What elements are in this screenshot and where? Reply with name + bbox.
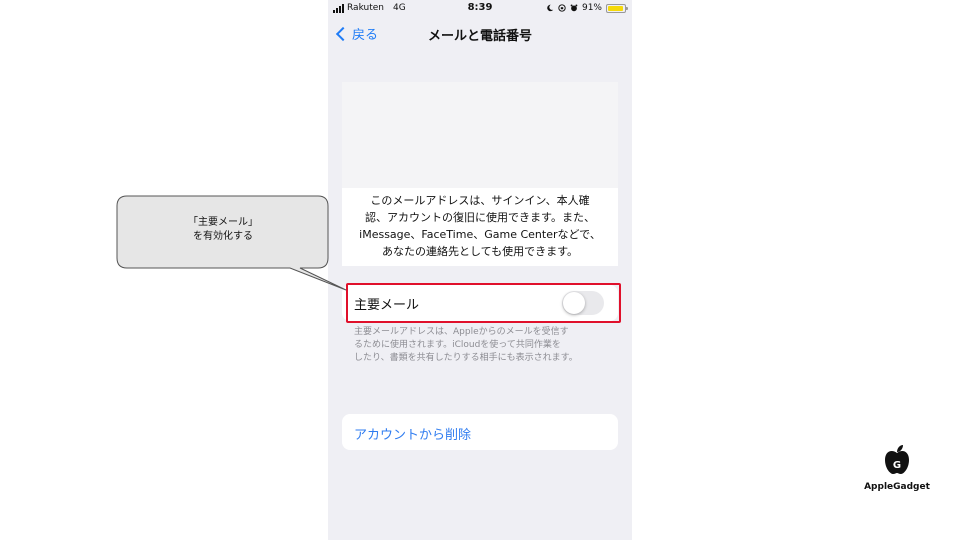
footnote-line: したり、書類を共有したりする相手にも表示されます。 [354, 353, 578, 363]
orientation-lock-icon [558, 4, 566, 12]
svg-text:G: G [893, 460, 901, 471]
callout-line: 「主要メール」 [188, 217, 258, 228]
delete-from-account-button[interactable]: アカウントから削除 [342, 414, 618, 450]
description-line: iMessage、FaceTime、Game Centerなどで、 [359, 228, 601, 241]
description-line: 認、アカウントの復旧に使用できます。また、 [365, 211, 595, 224]
applegadget-logo: G AppleGadget [852, 444, 942, 492]
primary-email-label: 主要メール [354, 298, 420, 313]
page-title: メールと電話番号 [427, 29, 532, 44]
delete-from-account-label: アカウントから削除 [354, 428, 472, 443]
primary-email-footnote: 主要メールアドレスは、Appleからのメールを受信す るために使用されます。iC… [354, 326, 608, 365]
phone-screen: Rakuten 4G 8:39 91% 戻る メールと電話番号 このメールアドレ… [328, 0, 632, 540]
apple-logo-icon: G [885, 445, 909, 474]
description-line: このメールアドレスは、サインイン、本人確 [370, 194, 590, 207]
primary-email-row: 主要メール [342, 285, 618, 321]
callout-text: 「主要メール」 を有効化する [118, 216, 328, 244]
email-info-card: このメールアドレスは、サインイン、本人確 認、アカウントの復旧に使用できます。ま… [342, 82, 618, 266]
navigation-bar: 戻る メールと電話番号 [328, 20, 632, 50]
status-right: 91% [546, 3, 628, 13]
primary-email-toggle[interactable] [562, 291, 604, 315]
battery-icon [606, 3, 628, 13]
email-description: このメールアドレスは、サインイン、本人確 認、アカウントの復旧に使用できます。ま… [342, 192, 618, 260]
toggle-knob [563, 292, 585, 314]
logo-text: AppleGadget [864, 482, 930, 492]
moon-icon [547, 4, 554, 12]
callout-line: を有効化する [193, 231, 253, 242]
battery-percent: 91% [581, 3, 602, 13]
status-bar: Rakuten 4G 8:39 91% [328, 0, 632, 18]
footnote-line: るために使用されます。iCloudを使って共同作業を [354, 340, 561, 350]
blank-area [342, 82, 618, 188]
alarm-icon [570, 4, 578, 12]
footnote-line: 主要メールアドレスは、Appleからのメールを受信す [354, 327, 569, 337]
description-line: あなたの連絡先としても使用できます。 [381, 245, 579, 258]
